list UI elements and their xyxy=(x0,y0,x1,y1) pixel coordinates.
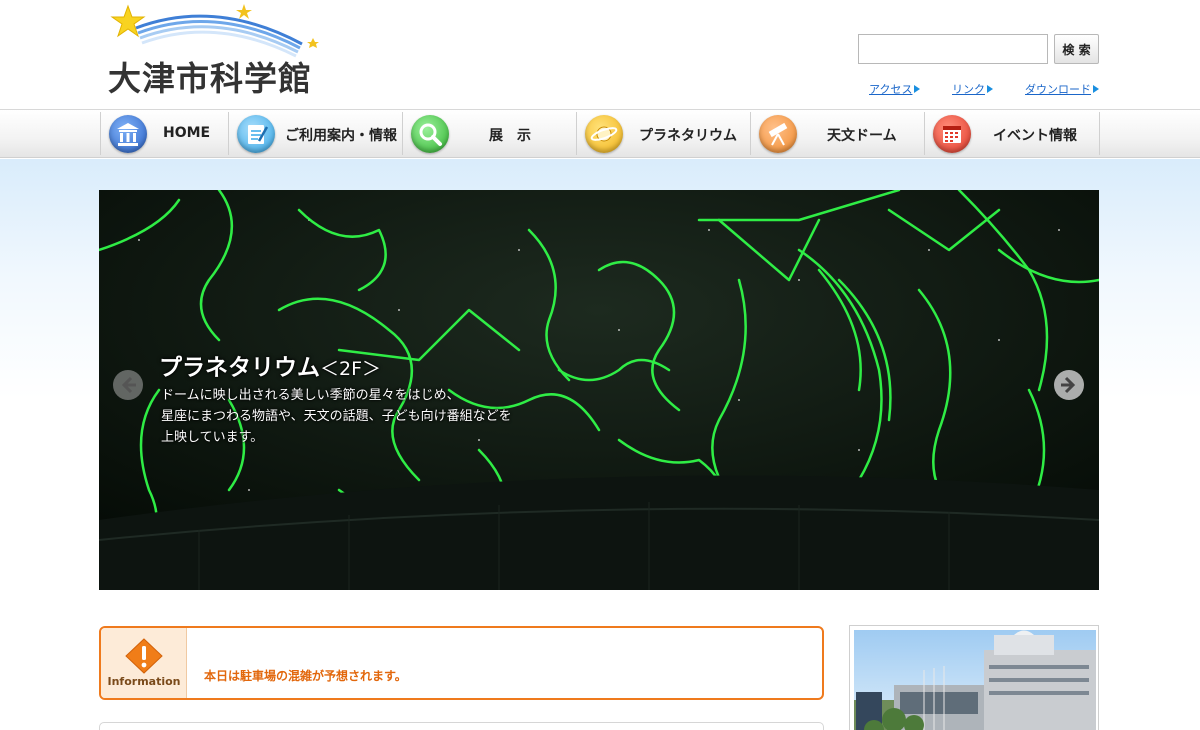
nav-item-home[interactable]: HOME xyxy=(101,112,229,155)
nav-item-exhibits[interactable]: 展 示 xyxy=(403,112,577,155)
nav-label-planetarium: プラネタリウム xyxy=(639,128,737,144)
nav-item-observatory[interactable]: 天文ドーム xyxy=(751,112,925,155)
triangle-right-icon xyxy=(987,85,993,93)
arrow-left-icon xyxy=(121,376,136,394)
content-box xyxy=(99,722,824,730)
museum-building-image xyxy=(854,630,1096,730)
download-link[interactable]: ダウンロード xyxy=(1025,81,1099,97)
hero-description-line: ドームに映し出される美しい季節の星々をはじめ、 xyxy=(161,388,460,403)
nav-label-home: HOME xyxy=(163,125,211,141)
logo-text: 大津市科学館 xyxy=(108,59,312,98)
building-photo[interactable] xyxy=(849,625,1099,730)
museum-icon xyxy=(109,115,147,153)
nav-label-events: イベント情報 xyxy=(993,128,1077,144)
nav-item-guide[interactable]: ご利用案内・情報 xyxy=(229,112,403,155)
search-button[interactable]: 検 索 xyxy=(1054,34,1099,64)
notepad-icon xyxy=(237,115,275,153)
links-link[interactable]: リンク xyxy=(952,81,993,97)
nav-item-planetarium[interactable]: プラネタリウム xyxy=(577,112,751,155)
arrow-right-icon xyxy=(1061,376,1076,394)
slider-next-button[interactable] xyxy=(1054,370,1084,400)
information-message: 本日は駐車場の混雑が予想されます。 xyxy=(204,669,407,683)
triangle-right-icon xyxy=(914,85,921,93)
telescope-icon xyxy=(759,115,797,153)
hero-title: プラネタリウム＜2F＞ xyxy=(159,355,382,381)
site-logo[interactable]: 大津市科学館 xyxy=(106,4,330,98)
planet-icon xyxy=(585,115,623,153)
nav-label-observatory: 天文ドーム xyxy=(827,128,897,144)
nav-label-exhibits: 展 示 xyxy=(489,128,531,144)
hero-slider: プラネタリウム＜2F＞ ドームに映し出される美しい季節の星々をはじめ、 星座にま… xyxy=(99,190,1099,590)
nav-label-guide: ご利用案内・情報 xyxy=(285,128,397,144)
access-link[interactable]: アクセス xyxy=(869,81,921,97)
global-nav-items: HOME ご利用案内・情報 展 示 プラネタリウム 天文ドーム イベント情報 xyxy=(100,112,1100,155)
search-input[interactable] xyxy=(858,34,1048,64)
nav-item-events[interactable]: イベント情報 xyxy=(925,112,1100,155)
hero-description-line: 上映しています。 xyxy=(161,430,264,445)
header: 大津市科学館 検 索 アクセス リンク ダウンロード xyxy=(0,0,1200,110)
hero-description-line: 星座にまつわる物語や、天文の話題、子ども向け番組などを xyxy=(161,409,512,424)
global-nav: HOME ご利用案内・情報 展 示 プラネタリウム 天文ドーム イベント情報 xyxy=(0,110,1200,158)
warning-diamond-icon xyxy=(125,638,163,674)
magnifier-icon xyxy=(411,115,449,153)
information-label: Information xyxy=(107,675,181,688)
information-box: Information 本日は駐車場の混雑が予想されます。 xyxy=(99,626,824,700)
information-badge: Information xyxy=(101,628,187,698)
calendar-icon xyxy=(933,115,971,153)
slider-prev-button[interactable] xyxy=(113,370,143,400)
triangle-right-icon xyxy=(1093,85,1099,93)
